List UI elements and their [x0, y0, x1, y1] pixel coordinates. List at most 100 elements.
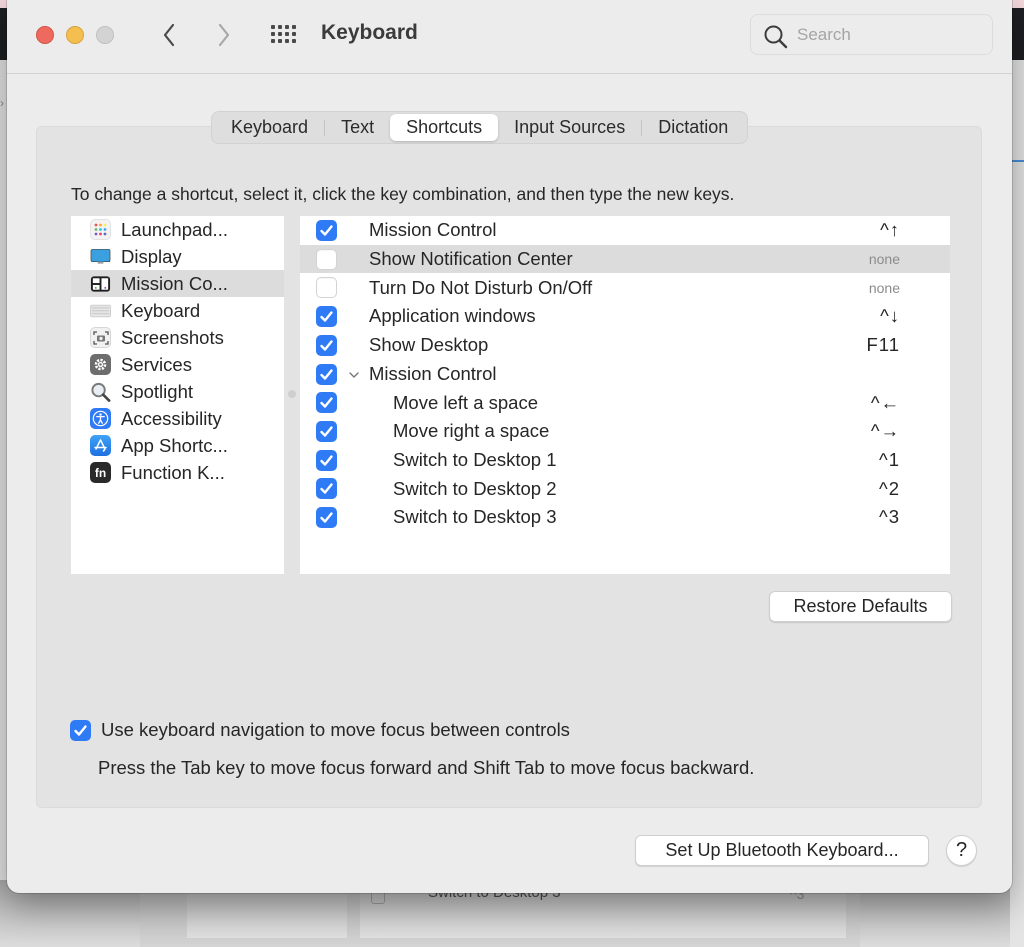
category-item-spotlight[interactable]: Spotlight [71, 378, 284, 405]
shortcut-checkbox[interactable] [316, 392, 337, 414]
grid-icon [271, 25, 296, 43]
checkmark-icon [320, 225, 333, 236]
forward-button[interactable] [209, 18, 239, 52]
shortcut-label: Turn Do Not Disturb On/Off [369, 276, 593, 298]
help-button[interactable]: ? [946, 835, 977, 866]
shortcut-label: Mission Control [369, 362, 497, 384]
background-chevron-icon: › [0, 96, 4, 110]
shortcut-row[interactable]: Show Notification Center none [300, 244, 950, 274]
launchpad-icon [90, 219, 111, 240]
shortcut-row[interactable]: Application windows ^↓ [300, 302, 950, 331]
shortcut-label: Move left a space [393, 391, 538, 413]
category-label: Display [121, 245, 182, 267]
tab-keyboard[interactable]: Keyboard [215, 114, 324, 141]
shortcut-label: Switch to Desktop 3 [393, 506, 557, 528]
shortcut-key-combination[interactable]: ^↑ [880, 219, 900, 241]
keyboard-navigation-label: Use keyboard navigation to move focus be… [101, 719, 570, 740]
category-item-function-keys[interactable]: fn Function K... [71, 459, 284, 486]
close-button[interactable] [36, 26, 54, 44]
shortcut-checkbox[interactable] [316, 248, 337, 270]
shortcut-key-combination[interactable]: F11 [866, 334, 900, 356]
category-item-screenshots[interactable]: Screenshots [71, 324, 284, 351]
shortcut-label: Move right a space [393, 420, 550, 442]
shortcut-checkbox[interactable] [316, 306, 337, 328]
minimize-button[interactable] [66, 26, 84, 44]
category-list[interactable]: Launchpad... Display Mission Co... Keybo… [71, 216, 284, 574]
shortcut-label: Switch to Desktop 1 [393, 448, 557, 470]
shortcut-row[interactable]: Mission Control [300, 360, 950, 389]
tab-text[interactable]: Text [325, 114, 390, 141]
category-item-launchpad[interactable]: Launchpad... [71, 216, 284, 243]
split-view-divider[interactable] [284, 216, 299, 574]
category-item-app-shortcuts[interactable]: App Shortc... [71, 432, 284, 459]
shortcut-row[interactable]: Show Desktop F11 [300, 331, 950, 360]
shortcut-checkbox[interactable] [316, 449, 337, 471]
keyboard-navigation-hint: Press the Tab key to move focus forward … [98, 757, 755, 778]
keyboard-icon [90, 300, 111, 321]
keyboard-navigation-checkbox[interactable] [70, 719, 91, 741]
shortcut-row[interactable]: Move left a space ^← [300, 388, 950, 417]
shortcut-checkbox[interactable] [316, 363, 337, 385]
shortcut-key-combination[interactable]: ^1 [879, 449, 900, 471]
accessibility-icon [90, 408, 111, 429]
zoom-button[interactable] [96, 26, 114, 44]
tab-dictation[interactable]: Dictation [642, 114, 744, 141]
tab-shortcuts[interactable]: Shortcuts [390, 114, 499, 141]
title-bar: Keyboard [7, 0, 1012, 74]
shortcut-key-combination[interactable]: none [869, 280, 900, 296]
category-item-keyboard[interactable]: Keyboard [71, 297, 284, 324]
checkmark-icon [320, 426, 333, 437]
category-label: Spotlight [121, 380, 193, 402]
shortcut-checkbox[interactable] [316, 334, 337, 356]
search-field[interactable] [750, 14, 993, 55]
setup-bluetooth-keyboard-button[interactable]: Set Up Bluetooth Keyboard... [635, 835, 929, 866]
divider-handle[interactable] [288, 390, 296, 398]
category-item-accessibility[interactable]: Accessibility [71, 405, 284, 432]
shortcut-key-combination[interactable]: ^↓ [880, 305, 900, 327]
shortcut-row[interactable]: Mission Control ^↑ [300, 216, 950, 245]
magnifier-icon [90, 381, 111, 402]
chevron-right-icon [218, 23, 230, 47]
category-item-display[interactable]: Display [71, 243, 284, 270]
shortcut-key-combination[interactable]: ^2 [879, 478, 900, 500]
category-label: Launchpad... [121, 218, 228, 240]
category-label: Screenshots [121, 326, 224, 348]
search-input[interactable] [797, 15, 982, 54]
category-label: Keyboard [121, 299, 201, 321]
shortcut-row[interactable]: Switch to Desktop 1 ^1 [300, 446, 950, 475]
shortcut-checkbox[interactable] [316, 220, 337, 241]
disclosure-chevron-down-icon[interactable] [348, 368, 360, 386]
category-label: Accessibility [121, 407, 222, 429]
shortcut-row[interactable]: Move right a space ^→ [300, 417, 950, 446]
shortcut-key-combination[interactable]: ^3 [879, 506, 900, 528]
tab-input-sources[interactable]: Input Sources [498, 114, 641, 141]
shortcut-label: Show Notification Center [369, 248, 573, 270]
keyboard-navigation-option[interactable]: Use keyboard navigation to move focus be… [70, 719, 570, 741]
shortcut-row[interactable]: Switch to Desktop 2 ^2 [300, 474, 950, 503]
checkmark-icon [320, 483, 333, 494]
shortcut-row[interactable]: Switch to Desktop 3 ^3 [300, 503, 950, 532]
category-item-mission-control[interactable]: Mission Co... [71, 270, 284, 297]
shortcut-key-combination[interactable]: ^← [871, 392, 900, 414]
shortcut-checkbox[interactable] [316, 420, 337, 442]
back-button[interactable] [154, 18, 184, 52]
shortcut-list[interactable]: Mission Control ^↑ Show Notification Cente… [300, 216, 950, 574]
restore-defaults-button[interactable]: Restore Defaults [769, 591, 952, 622]
category-item-services[interactable]: Services [71, 351, 284, 378]
checkmark-icon [320, 368, 333, 380]
background-window-accent-line [1010, 160, 1024, 162]
tab-bar: Keyboard Text Shortcuts Input Sources Di… [211, 111, 749, 144]
shortcut-checkbox[interactable] [316, 478, 337, 500]
shortcut-key-combination[interactable]: none [869, 251, 900, 267]
shortcut-label: Mission Control [369, 219, 497, 241]
background-window-edge [1010, 60, 1024, 947]
category-label: Mission Co... [121, 272, 228, 294]
show-all-button[interactable] [269, 22, 301, 48]
gear-icon [90, 354, 111, 375]
shortcut-row[interactable]: Turn Do Not Disturb On/Off none [300, 273, 950, 302]
window-title: Keyboard [321, 21, 418, 44]
checkmark-icon [320, 311, 333, 322]
shortcut-key-combination[interactable]: ^→ [871, 420, 900, 442]
shortcut-checkbox[interactable] [316, 507, 337, 528]
shortcut-checkbox[interactable] [316, 277, 337, 299]
